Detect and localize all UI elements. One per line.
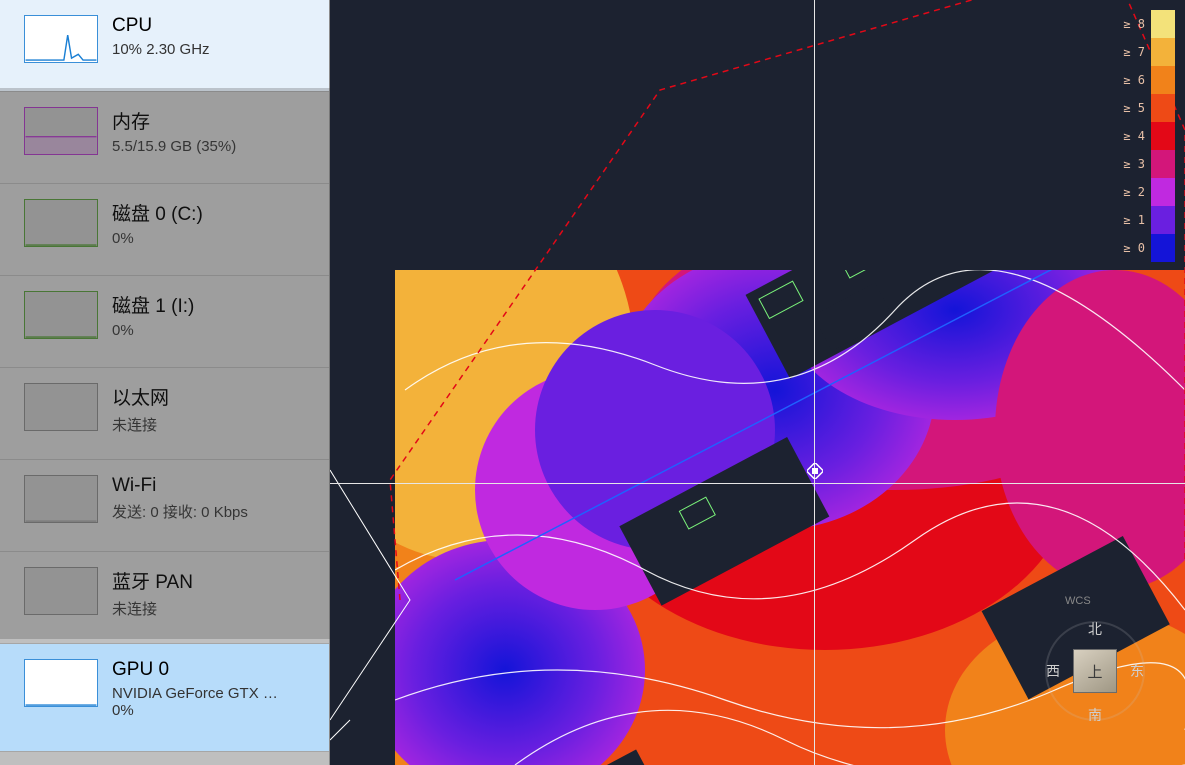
perf-sub: 0% [112, 230, 315, 247]
task-manager-performance-sidebar: CPU 10% 2.30 GHz 内存 5.5/15.9 GB (35%) 磁盘 0 (… [0, 0, 330, 765]
perf-thumb-disk1 [24, 291, 98, 339]
legend-label: ≥ 5 [1117, 101, 1151, 115]
legend-swatch [1151, 94, 1175, 122]
perf-item-gpu[interactable]: GPU 0 NVIDIA GeForce GTX …0% [0, 644, 329, 752]
crosshair-horizontal [330, 483, 1185, 484]
perf-item-wifi[interactable]: Wi-Fi 发送: 0 接收: 0 Kbps [0, 460, 329, 552]
legend-row-6: ≥ 2 [1117, 178, 1175, 206]
legend-swatch [1151, 234, 1175, 262]
perf-text: 磁盘 1 (I:) 0% [112, 291, 315, 339]
perf-item-eth[interactable]: 以太网未连接 [0, 368, 329, 460]
perf-item-cpu[interactable]: CPU 10% 2.30 GHz [0, 0, 329, 92]
legend-row-4: ≥ 4 [1117, 122, 1175, 150]
perf-item-bt[interactable]: 蓝牙 PAN 未连接 [0, 552, 329, 644]
legend-row-7: ≥ 1 [1117, 206, 1175, 234]
legend-label: ≥ 0 [1117, 241, 1151, 255]
perf-thumb-cpu [24, 15, 98, 63]
legend-label: ≥ 6 [1117, 73, 1151, 87]
legend-row-1: ≥ 7 [1117, 38, 1175, 66]
legend-swatch [1151, 150, 1175, 178]
perf-sub2: 0% [112, 702, 315, 719]
perf-title: 蓝牙 PAN [112, 567, 315, 594]
legend-swatch [1151, 66, 1175, 94]
viewcube-wcs-label: WCS [1065, 595, 1091, 607]
perf-text: CPU 10% 2.30 GHz [112, 15, 315, 58]
perf-thumb-mem [24, 107, 98, 155]
perf-title: 内存 [112, 107, 315, 134]
perf-title: 磁盘 0 (C:) [112, 199, 315, 226]
perf-text: 以太网未连接 [112, 383, 315, 435]
legend-row-8: ≥ 0 [1117, 234, 1175, 262]
legend-label: ≥ 4 [1117, 129, 1151, 143]
perf-text: Wi-Fi 发送: 0 接收: 0 Kbps [112, 475, 315, 522]
perf-thumb-eth [24, 383, 98, 431]
legend-row-3: ≥ 5 [1117, 94, 1175, 122]
perf-title: CPU [112, 15, 315, 37]
perf-sub: 10% 2.30 GHz [112, 41, 315, 58]
perf-text: 蓝牙 PAN 未连接 [112, 567, 315, 619]
legend-label: ≥ 1 [1117, 213, 1151, 227]
perf-thumb-bt [24, 567, 98, 615]
viewcube[interactable]: WCS 北 南 西 东 上 [1035, 595, 1155, 745]
legend-label: ≥ 7 [1117, 45, 1151, 59]
perf-sub: 未连接 [112, 598, 315, 619]
viewcube-west[interactable]: 西 [1041, 661, 1065, 681]
legend-row-5: ≥ 3 [1117, 150, 1175, 178]
legend-swatch [1151, 178, 1175, 206]
perf-sub: 0% [112, 322, 315, 339]
perf-title: GPU 0 [112, 659, 315, 681]
viewcube-top-face[interactable]: 上 [1073, 649, 1117, 693]
pickbox-icon [807, 463, 823, 479]
performance-list: CPU 10% 2.30 GHz 内存 5.5/15.9 GB (35%) 磁盘 0 (… [0, 0, 329, 752]
legend-swatch [1151, 10, 1175, 38]
legend-swatch [1151, 122, 1175, 150]
legend-label: ≥ 3 [1117, 157, 1151, 171]
perf-item-disk1[interactable]: 磁盘 1 (I:) 0% [0, 276, 329, 368]
perf-text: 内存 5.5/15.9 GB (35%) [112, 107, 315, 155]
perf-text: 磁盘 0 (C:) 0% [112, 199, 315, 247]
perf-text: GPU 0 NVIDIA GeForce GTX …0% [112, 659, 315, 719]
legend-swatch [1151, 206, 1175, 234]
perf-title: Wi-Fi [112, 475, 315, 497]
legend-swatch [1151, 38, 1175, 66]
perf-sub: 5.5/15.9 GB (35%) [112, 138, 315, 155]
legend-label: ≥ 2 [1117, 185, 1151, 199]
perf-thumb-disk0 [24, 199, 98, 247]
legend-row-0: ≥ 8 [1117, 10, 1175, 38]
perf-title: 磁盘 1 (I:) [112, 291, 315, 318]
cad-viewport[interactable]: ≥ 8 ≥ 7 ≥ 6 ≥ 5 ≥ 4 ≥ 3 ≥ 2 ≥ 1 ≥ 0 WCS 北 南 西 东 … [330, 0, 1185, 765]
perf-thumb-gpu [24, 659, 98, 707]
perf-sub: NVIDIA GeForce GTX … [112, 685, 315, 702]
perf-title: 以太网 [112, 383, 315, 410]
perf-sub: 未连接 [112, 414, 315, 435]
legend-row-2: ≥ 6 [1117, 66, 1175, 94]
perf-sub: 发送: 0 接收: 0 Kbps [112, 501, 315, 522]
perf-thumb-wifi [24, 475, 98, 523]
perf-item-mem[interactable]: 内存 5.5/15.9 GB (35%) [0, 92, 329, 184]
color-legend: ≥ 8 ≥ 7 ≥ 6 ≥ 5 ≥ 4 ≥ 3 ≥ 2 ≥ 1 ≥ 0 [1117, 10, 1175, 262]
viewcube-south[interactable]: 南 [1083, 705, 1107, 725]
perf-item-disk0[interactable]: 磁盘 0 (C:) 0% [0, 184, 329, 276]
crosshair-vertical [814, 0, 815, 765]
viewcube-east[interactable]: 东 [1125, 661, 1149, 681]
viewcube-north[interactable]: 北 [1083, 619, 1107, 639]
legend-label: ≥ 8 [1117, 17, 1151, 31]
